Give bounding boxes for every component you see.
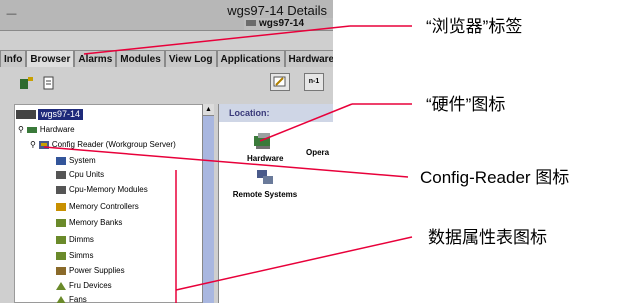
system-icon	[56, 156, 66, 165]
tree-item-label: Power Supplies	[69, 266, 125, 275]
document-icon[interactable]	[40, 75, 58, 92]
tree-item-label: Simms	[69, 251, 94, 260]
expand-icon[interactable]: ⚲	[18, 125, 24, 134]
tree-item-dimms[interactable]: Dimms	[56, 234, 94, 245]
tab-view-log[interactable]: View Log	[164, 50, 217, 67]
remote-systems-item[interactable]: Remote Systems	[230, 168, 300, 199]
tree-item-label: Dimms	[69, 235, 94, 244]
tree-item-power-supplies[interactable]: Power Supplies	[56, 265, 125, 276]
cpu-memory-icon	[56, 185, 66, 194]
host-icon	[16, 109, 36, 119]
tree-item-label: Fans	[69, 295, 87, 303]
hardware-item[interactable]: Hardware	[247, 132, 284, 163]
fan-icon	[56, 295, 66, 303]
n-1-button[interactable]: n-1	[304, 73, 324, 91]
memory-controller-icon	[56, 202, 66, 211]
tree-item-fans[interactable]: Fans	[56, 294, 87, 303]
tree-host-label: wgs97-14	[38, 108, 84, 120]
edit-icon	[273, 76, 286, 87]
tree-item-fru-devices[interactable]: Fru Devices	[56, 280, 112, 291]
tab-modules[interactable]: Modules	[116, 50, 165, 67]
tree-item-label: Memory Controllers	[69, 202, 139, 211]
edit-button[interactable]	[270, 73, 290, 91]
tree-view-icon[interactable]	[18, 75, 36, 92]
tab-info[interactable]: Info	[0, 50, 27, 67]
host-tab: wgs97-14	[244, 18, 333, 30]
tab-applications[interactable]: Applications	[216, 50, 285, 67]
host-mini-icon	[246, 20, 256, 27]
hardware-icon	[26, 126, 37, 133]
tree-item-simms[interactable]: Simms	[56, 250, 93, 261]
vertical-scrollbar[interactable]: ▲	[202, 104, 214, 303]
remote-systems-icon	[257, 170, 273, 184]
tree-item-label: Cpu Units	[69, 170, 105, 179]
location-label: Location:	[219, 104, 333, 122]
tree-item-system[interactable]: System	[56, 155, 96, 166]
tree-item-memory-banks[interactable]: Memory Banks	[56, 217, 122, 228]
browser-tab-annotation: “浏览器”标签	[426, 17, 523, 36]
window-title: wgs97-14 Details	[227, 3, 327, 18]
tree-item-label: Fru Devices	[69, 281, 112, 290]
cpu-icon	[56, 170, 66, 179]
details-window: — wgs97-14 Details wgs97-14 Info Browser…	[0, 0, 333, 303]
hardware-icon-annotation: “硬件”图标	[426, 95, 506, 114]
tree-item-config-reader-label: Config Reader (Workgroup Server)	[51, 140, 176, 149]
expand-icon[interactable]: ⚲	[30, 140, 36, 149]
tree-item-hardware[interactable]: ⚲ Hardware	[18, 124, 75, 135]
simm-icon	[56, 251, 66, 260]
remote-systems-label: Remote Systems	[232, 190, 298, 199]
dimm-icon	[56, 235, 66, 244]
host-tab-label: wgs97-14	[259, 18, 305, 29]
tree-item-cpu-units[interactable]: Cpu Units	[56, 169, 104, 180]
tree-host-row[interactable]: wgs97-14	[16, 108, 84, 120]
hardware-item-label: Hardware	[247, 154, 284, 163]
operating-item-label: Opera	[306, 148, 330, 157]
memory-bank-icon	[56, 218, 66, 227]
minus-icon[interactable]: —	[6, 7, 18, 20]
operating-item[interactable]: Opera	[306, 148, 333, 157]
tree-item-label: Cpu-Memory Modules	[69, 185, 148, 194]
tree-item-label: System	[69, 156, 96, 165]
hardware-icon	[254, 133, 270, 149]
tree-item-label: Memory Banks	[69, 218, 123, 227]
tab-browser[interactable]: Browser	[26, 50, 75, 67]
tree-item-memory-controllers[interactable]: Memory Controllers	[56, 201, 139, 212]
tree-item-cpu-memory-modules[interactable]: Cpu-Memory Modules	[56, 184, 148, 195]
config-reader-annotation: Config-Reader 图标	[420, 168, 570, 187]
tab-bar: Info Browser Alarms Modules View Log App…	[0, 50, 333, 67]
tab-hardware[interactable]: Hardware	[284, 50, 333, 67]
config-reader-icon	[38, 140, 49, 149]
fru-icon	[56, 281, 66, 290]
tree-item-hardware-label: Hardware	[39, 125, 75, 134]
data-property-annotation: 数据属性表图标	[428, 228, 547, 247]
scroll-up-icon[interactable]: ▲	[203, 104, 214, 116]
tab-alarms[interactable]: Alarms	[74, 50, 117, 67]
tree-item-config-reader[interactable]: ⚲ Config Reader (Workgroup Server)	[30, 139, 176, 150]
power-supply-icon	[56, 266, 66, 275]
